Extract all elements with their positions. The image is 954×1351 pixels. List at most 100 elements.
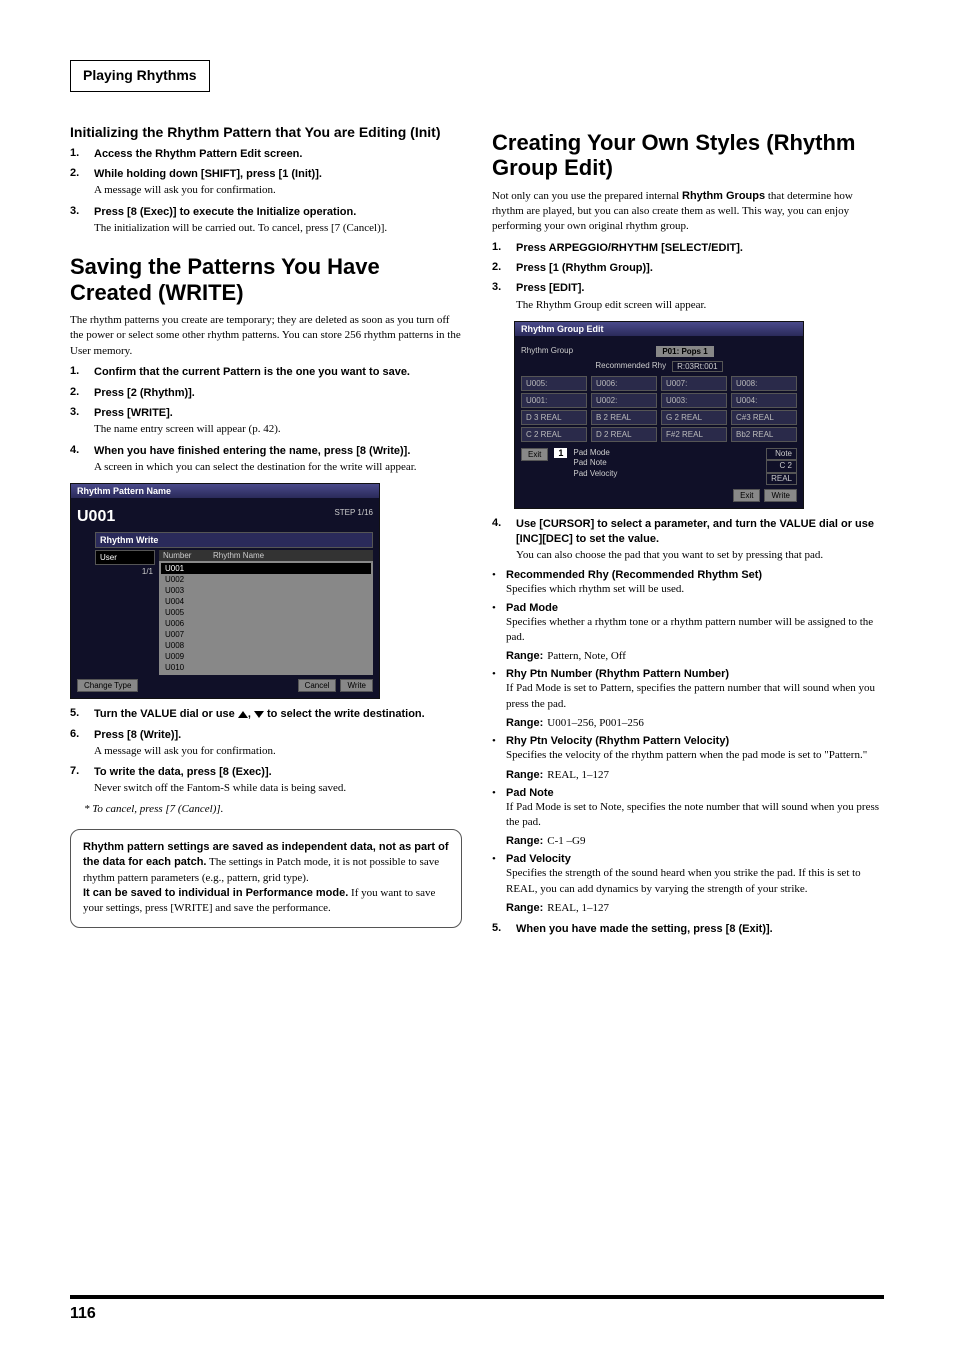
step-number: 2. (70, 386, 86, 398)
ss-btn-change-type: Change Type (77, 679, 138, 692)
create-step-4: 4. Use [CURSOR] to select a parameter, a… (492, 517, 884, 563)
create-steps-a: 1. Press ARPEGGIO/RHYTHM [SELECT/EDIT]. … (492, 241, 884, 313)
bullet-item: • Pad Note If Pad Mode is set to Note, s… (492, 787, 884, 850)
ss-btn-exit-left: Exit (521, 448, 548, 461)
step-number: 3. (70, 205, 86, 217)
ss-param-pad-velocity: Pad Velocity (573, 469, 760, 479)
step-title: While holding down [SHIFT], press [1 (In… (94, 167, 462, 181)
ss-list-item: U001 (161, 563, 371, 574)
intro-strong: Rhythm Groups (682, 190, 765, 202)
step: 1. Confirm that the current Pattern is t… (70, 365, 462, 379)
ss-val-real: REAL (766, 473, 797, 485)
step-title: When you have made the setting, press [8… (516, 922, 884, 936)
bullet-title: Rhy Ptn Velocity (Rhythm Pattern Velocit… (506, 735, 884, 747)
range-label: Range: (506, 650, 543, 662)
range-label: Range: (506, 769, 543, 781)
bullet-title: Rhy Ptn Number (Rhythm Pattern Number) (506, 668, 884, 680)
bullet-title: Pad Note (506, 787, 884, 799)
step: 1. Access the Rhythm Pattern Edit screen… (70, 147, 462, 161)
bullet-dot-icon: • (492, 735, 500, 747)
screenshot-rhythm-pattern-name: Rhythm Pattern Name U001 STEP 1/16 Rhyth… (70, 483, 380, 699)
ss-pad-cell: G 2 REAL (661, 410, 727, 425)
step-title: Press [EDIT]. (516, 281, 884, 295)
ss-step: STEP 1/16 (334, 508, 373, 526)
step-title: Press ARPEGGIO/RHYTHM [SELECT/EDIT]. (516, 241, 884, 255)
ss-list-item: U006 (161, 618, 371, 629)
step-body: Never switch off the Fantom-S while data… (94, 781, 462, 796)
range-value: U001–256, P001–256 (547, 717, 644, 729)
bullet-dot-icon: • (492, 853, 500, 865)
ss-val-c2: C 2 (766, 460, 797, 472)
left-column: Initializing the Rhythm Pattern that You… (70, 112, 462, 942)
step-title: Press [WRITE]. (94, 406, 462, 420)
step: 2. Press [2 (Rhythm)]. (70, 386, 462, 400)
step5-text-pre: Turn the VALUE dial or use (94, 708, 238, 720)
save-step-5: 5. Turn the VALUE dial or use , to selec… (70, 707, 462, 721)
bullet-item: • Rhy Ptn Velocity (Rhythm Pattern Veloc… (492, 735, 884, 782)
ss-list-item: U010 (161, 662, 371, 673)
ss-pad-cell: Bb2 REAL (731, 427, 797, 442)
step: 1. Press ARPEGGIO/RHYTHM [SELECT/EDIT]. (492, 241, 884, 255)
ss-btn-cancel: Cancel (298, 679, 337, 692)
step-number: 6. (70, 728, 86, 740)
ss-pad-cell: U004: (731, 393, 797, 408)
ss-pad-cell: C 2 REAL (521, 427, 587, 442)
step-number: 1. (70, 365, 86, 377)
step-title: Turn the VALUE dial or use , to select t… (94, 707, 462, 721)
step-title: Press [8 (Write)]. (94, 728, 462, 742)
ss-param-pad-mode: Pad Mode (573, 448, 760, 458)
ss-list-item: U003 (161, 585, 371, 596)
step-body: A screen in which you can select the des… (94, 460, 462, 475)
right-column: Creating Your Own Styles (Rhythm Group E… (492, 112, 884, 942)
step: 6. Press [8 (Write)]. A message will ask… (70, 728, 462, 760)
bullet-body: Specifies the velocity of the rhythm pat… (506, 748, 884, 763)
step-body: A message will ask you for confirmation. (94, 183, 462, 198)
up-arrow-icon (238, 711, 248, 718)
ss-pad-cell: D 3 REAL (521, 410, 587, 425)
step-number: 3. (492, 281, 508, 293)
create-step-5: 5. When you have made the setting, press… (492, 922, 884, 936)
step-title: To write the data, press [8 (Exec)]. (94, 765, 462, 779)
ss-btn-write: Write (340, 679, 373, 692)
ss-pattern-name: U001 (77, 508, 115, 526)
step: 5. When you have made the setting, press… (492, 922, 884, 936)
ss-val-note: Note (766, 448, 797, 460)
range-label: Range: (506, 902, 543, 914)
step-title: Access the Rhythm Pattern Edit screen. (94, 147, 462, 161)
step-body: The initialization will be carried out. … (94, 221, 462, 236)
ss-group-label: Rhythm Group (521, 346, 573, 357)
step-title: Press [8 (Exec)] to execute the Initiali… (94, 205, 462, 219)
ss-list-item: U005 (161, 607, 371, 618)
step: 3. Press [WRITE]. The name entry screen … (70, 406, 462, 438)
init-steps: 1. Access the Rhythm Pattern Edit screen… (70, 147, 462, 237)
bullet-item: • Pad Velocity Specifies the strength of… (492, 853, 884, 916)
step-title: Confirm that the current Pattern is the … (94, 365, 462, 379)
range-label: Range: (506, 835, 543, 847)
save-steps-b: 6. Press [8 (Write)]. A message will ask… (70, 728, 462, 797)
step-body: You can also choose the pad that you wan… (516, 548, 884, 563)
step-number: 4. (492, 517, 508, 529)
bullet-item: • Recommended Rhy (Recommended Rhythm Se… (492, 569, 884, 597)
bullet-title: Recommended Rhy (Recommended Rhythm Set) (506, 569, 884, 581)
step: 7. To write the data, press [8 (Exec)]. … (70, 765, 462, 797)
bullet-body: Specifies the strength of the sound hear… (506, 866, 884, 897)
ss-list-item: U007 (161, 629, 371, 640)
parameter-bullets: • Recommended Rhy (Recommended Rhythm Se… (492, 569, 884, 916)
save-intro: The rhythm patterns you create are tempo… (70, 313, 462, 359)
note-strong-2: It can be saved to individual in Perform… (83, 887, 348, 899)
step-body: The Rhythm Group edit screen will appear… (516, 298, 884, 313)
ss-pad-cell: B 2 REAL (591, 410, 657, 425)
step-number: 2. (492, 261, 508, 273)
range-value: Pattern, Note, Off (547, 650, 626, 662)
step-body: The name entry screen will appear (p. 42… (94, 422, 462, 437)
ss-pad-cell: C#3 REAL (731, 410, 797, 425)
ss-subwindow-title: Rhythm Write (95, 532, 373, 548)
cancel-note-text: To cancel, press [7 (Cancel)]. (92, 803, 223, 815)
section-header: Playing Rhythms (83, 67, 197, 83)
bullet-title: Pad Mode (506, 602, 884, 614)
step: 2. While holding down [SHIFT], press [1 … (70, 167, 462, 199)
ss-col-number: Number (159, 550, 209, 561)
ss-col-name: Rhythm Name (209, 550, 373, 561)
ss-list-item: U004 (161, 596, 371, 607)
ss-tab-user: User (95, 550, 155, 565)
